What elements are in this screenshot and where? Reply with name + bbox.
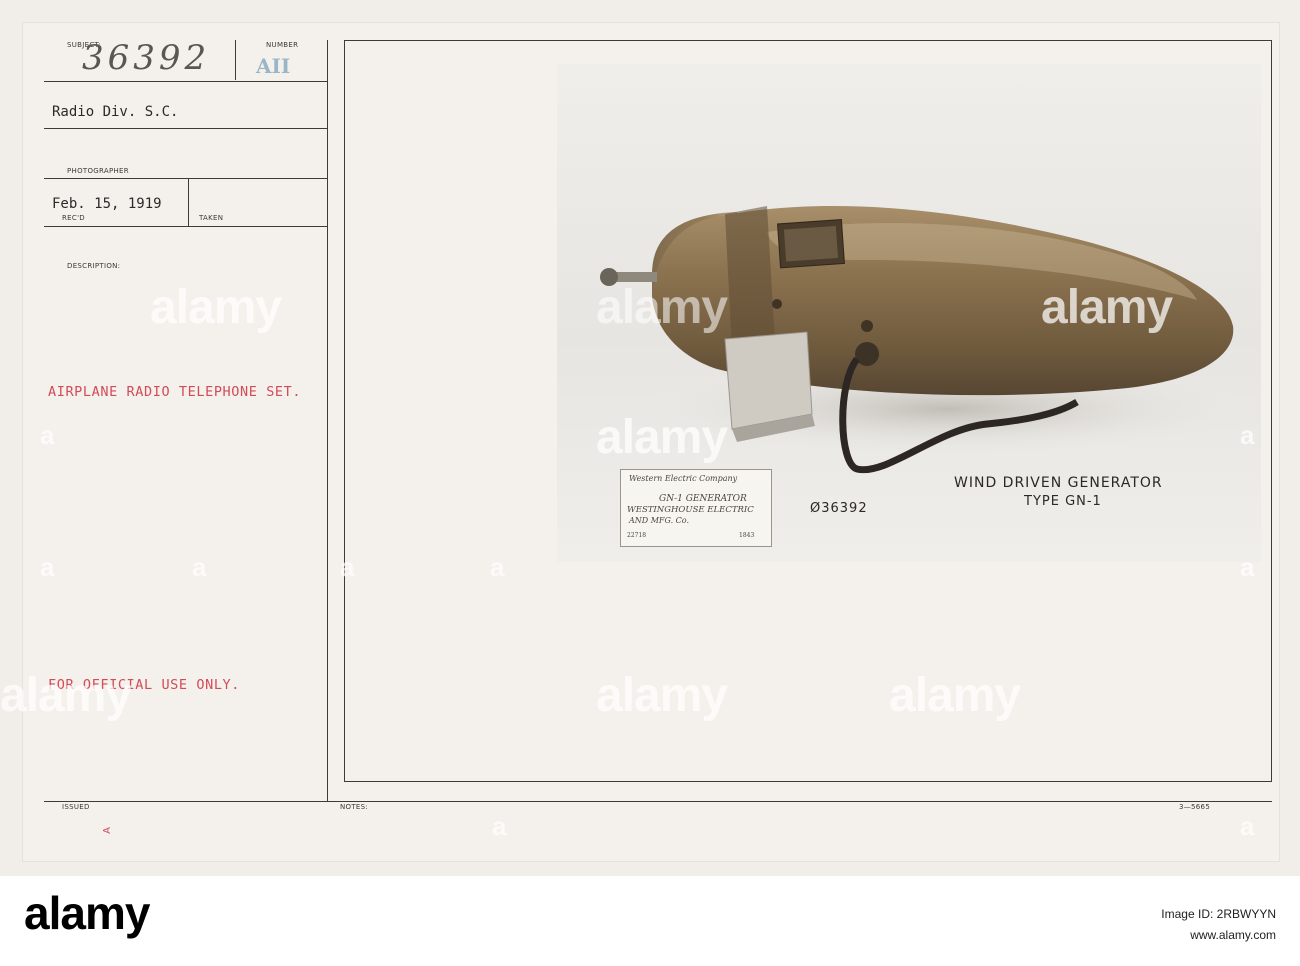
divider-line: [44, 81, 328, 82]
panel-border: [344, 781, 1272, 782]
date-text: Feb. 15, 1919: [52, 196, 162, 212]
label-right-code: 1843: [739, 532, 755, 539]
watermark-mark: a: [492, 811, 507, 841]
caption-line1: WIND DRIVEN GENERATOR: [954, 475, 1163, 491]
unit-text: Radio Div. S.C.: [52, 104, 179, 120]
watermark-mark: a: [340, 552, 355, 582]
divider-line: [235, 40, 236, 80]
site-url[interactable]: www.alamy.com: [1190, 928, 1276, 942]
watermark-logo: alamy: [596, 281, 728, 334]
panel-border: [344, 40, 1272, 41]
taken-label: TAKEN: [199, 214, 224, 222]
label-company: Western Electric Company: [629, 474, 738, 483]
footer-bar: alamy Image ID: 2RBWYYN www.alamy.com: [0, 876, 1300, 966]
panel-border: [1271, 40, 1272, 782]
product-label-card: Western Electric Company GN-1 GENERATOR …: [620, 469, 772, 547]
archival-photo-card: SUBJECT: NUMBER 36392 AII Radio Div. S.C…: [0, 0, 1300, 876]
watermark-mark: a: [1240, 811, 1255, 841]
caption-line2: TYPE GN-1: [1024, 494, 1102, 509]
watermark-logo: alamy: [150, 281, 282, 334]
label-line3: AND MFG. Co.: [629, 516, 690, 525]
subject-number: 36392: [82, 38, 211, 78]
description-label: DESCRIPTION:: [67, 262, 121, 270]
divider-line: [188, 178, 189, 226]
notes-label: NOTES:: [340, 803, 369, 811]
divider-line: [44, 128, 328, 129]
divider-line: [44, 801, 1272, 802]
image-id: Image ID: 2RBWYYN: [1161, 907, 1276, 921]
divider-line: [327, 40, 328, 802]
alamy-logo[interactable]: alamy: [24, 886, 150, 940]
label-left-code: 22718: [627, 532, 647, 539]
watermark-mark: a: [40, 552, 55, 582]
negative-number: Ø36392: [810, 501, 868, 516]
watermark-mark: a: [192, 552, 207, 582]
label-line1: GN-1 GENERATOR: [659, 494, 747, 504]
issued-mark: A: [101, 827, 113, 834]
form-number: 3—5665: [1179, 803, 1211, 811]
watermark-logo: alamy: [596, 669, 728, 722]
description-text: AIRPLANE RADIO TELEPHONE SET.: [48, 384, 302, 400]
watermark-mark: a: [40, 420, 55, 450]
watermark-logo: alamy: [0, 669, 132, 722]
watermark-mark: a: [490, 552, 505, 582]
watermark-mark: a: [1240, 420, 1255, 450]
watermark-mark: a: [1240, 552, 1255, 582]
watermark-logo: alamy: [889, 669, 1021, 722]
label-line2: WESTINGHOUSE ELECTRIC: [627, 505, 754, 515]
divider-line: [44, 226, 328, 227]
watermark-logo: alamy: [1041, 281, 1173, 334]
watermark-logo: alamy: [596, 411, 728, 464]
photographer-label: PHOTOGRAPHER: [67, 167, 129, 175]
recd-label: REC'D: [62, 214, 85, 222]
number-label: NUMBER: [266, 41, 299, 49]
panel-border: [344, 40, 345, 782]
issued-label: ISSUED: [62, 803, 90, 811]
number-stamp: AII: [256, 54, 291, 78]
divider-line: [44, 178, 328, 179]
